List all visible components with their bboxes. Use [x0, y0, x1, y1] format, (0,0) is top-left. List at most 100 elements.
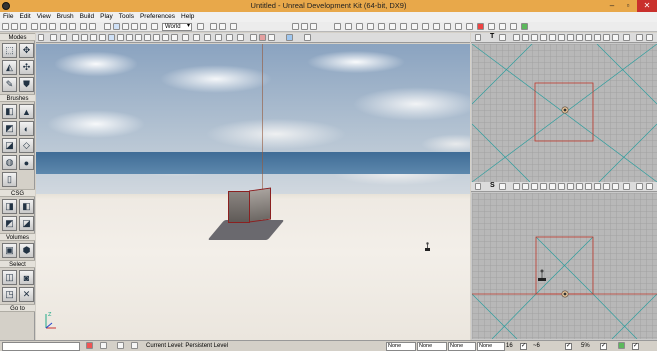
top-lit-icon[interactable] — [531, 34, 538, 41]
side-unlit-icon[interactable] — [522, 183, 529, 190]
side-lightmap-icon[interactable] — [585, 183, 592, 190]
search-icon[interactable] — [80, 23, 87, 30]
hide-selected-button[interactable]: ◙ — [19, 270, 34, 285]
scale-nonuniform-icon[interactable] — [140, 23, 147, 30]
close-button[interactable]: ✕ — [637, 0, 657, 12]
top-shader-icon[interactable] — [576, 34, 583, 41]
lighting-info-icon[interactable] — [389, 23, 396, 30]
build-all-icon[interactable] — [334, 23, 341, 30]
side-density-icon[interactable] — [567, 183, 574, 190]
cycle-widget-icon[interactable] — [151, 23, 158, 30]
landscape-mode-button[interactable]: ⛊ — [19, 77, 34, 92]
viewport-toggle-icon[interactable] — [433, 23, 440, 30]
mobile-preview-icon[interactable] — [488, 23, 495, 30]
texture-align-button[interactable]: ✣ — [19, 60, 34, 75]
side-wire-icon[interactable] — [513, 183, 520, 190]
side-maximize-icon[interactable] — [636, 183, 643, 190]
sphere-brush-button[interactable]: ● — [19, 155, 34, 170]
cylinder-brush-button[interactable]: ◐ — [19, 121, 34, 136]
cut-icon[interactable] — [31, 23, 38, 30]
texture-density-icon[interactable] — [135, 34, 142, 41]
side-light-only-icon[interactable] — [549, 183, 556, 190]
csg-deintersect-button[interactable]: ◪ — [19, 216, 34, 231]
cook-icon[interactable] — [466, 23, 473, 30]
detail-lighting-icon[interactable] — [108, 34, 115, 41]
realtime-icon[interactable] — [193, 34, 200, 41]
shader-complexity-icon[interactable] — [144, 34, 151, 41]
light-complexity-icon[interactable] — [126, 34, 133, 41]
top-unlit-icon[interactable] — [522, 34, 529, 41]
lock-icon[interactable] — [60, 34, 67, 41]
volumetric-brush-button[interactable]: ▯ — [2, 172, 17, 187]
status-field-4[interactable]: None — [477, 342, 505, 351]
status-record-icon[interactable] — [86, 342, 93, 349]
wireframe-icon[interactable] — [81, 34, 88, 41]
brush-wireframe-icon[interactable] — [72, 34, 79, 41]
cube-brush-button[interactable]: ◧ — [2, 104, 17, 119]
menu-brush[interactable]: Brush — [54, 12, 77, 22]
pc-play-icon[interactable] — [499, 23, 506, 30]
statistics-icon[interactable] — [422, 23, 429, 30]
coordinate-system-select[interactable]: World — [162, 23, 192, 31]
find-actor-icon[interactable] — [89, 23, 96, 30]
side-lit-icon[interactable] — [531, 183, 538, 190]
top-stats-icon[interactable] — [623, 34, 630, 41]
redo-icon[interactable] — [69, 23, 76, 30]
top-density-icon[interactable] — [567, 34, 574, 41]
top-wire-icon[interactable] — [513, 34, 520, 41]
show-selected-button[interactable]: ◫ — [2, 270, 17, 285]
viewport-menu-icon[interactable] — [38, 34, 44, 41]
menu-tools[interactable]: Tools — [116, 12, 137, 22]
mesh-paint-button[interactable]: ✎ — [2, 77, 17, 92]
sheet-brush-button[interactable]: ◇ — [19, 138, 34, 153]
terrain-mode-button[interactable]: ◭ — [2, 60, 17, 75]
kismet-icon[interactable] — [219, 23, 226, 30]
camera-mode-button[interactable]: ⬚ — [2, 43, 17, 58]
paste-icon[interactable] — [49, 23, 56, 30]
csg-add-button[interactable]: ◨ — [2, 199, 17, 214]
csg-intersect-button[interactable]: ◩ — [2, 216, 17, 231]
scale-snap-checkbox[interactable]: ✓ — [600, 343, 607, 350]
scale-mode-icon[interactable] — [131, 23, 138, 30]
unreal-frontend-icon[interactable] — [455, 23, 462, 30]
matinee-icon[interactable] — [230, 23, 237, 30]
build-selected-icon[interactable] — [367, 23, 374, 30]
side-detail-icon[interactable] — [540, 183, 547, 190]
geometry-mode-button[interactable]: ✥ — [19, 43, 34, 58]
lighting-only-icon[interactable] — [117, 34, 124, 41]
side-restore-icon[interactable] — [646, 183, 653, 190]
status-field-2[interactable]: None — [417, 342, 447, 351]
map-check-icon[interactable] — [400, 23, 407, 30]
open-icon[interactable] — [11, 23, 18, 30]
volume-options-button[interactable]: ⬢ — [19, 243, 34, 258]
lit-lightmap-icon[interactable] — [162, 34, 169, 41]
side-game-icon[interactable] — [603, 183, 610, 190]
menu-preferences[interactable]: Preferences — [137, 12, 178, 22]
menu-view[interactable]: View — [34, 12, 54, 22]
top-maximize-icon[interactable] — [636, 34, 643, 41]
maximize-button[interactable]: ▫ — [620, 0, 636, 12]
status-autosave-icon[interactable] — [618, 342, 625, 349]
binoculars-icon[interactable] — [197, 23, 204, 30]
status-field-1[interactable]: None — [386, 342, 416, 351]
kismet-k-icon[interactable] — [510, 23, 517, 30]
top-game-icon[interactable] — [603, 34, 610, 41]
build-options-icon[interactable] — [356, 23, 363, 30]
cube-mesh-side[interactable] — [249, 187, 271, 223]
top-reflect-icon[interactable] — [594, 34, 601, 41]
build-lighting-icon[interactable] — [301, 23, 308, 30]
menu-edit[interactable]: Edit — [16, 12, 33, 22]
content-browser-icon[interactable] — [210, 23, 217, 30]
streaming-volume-icon[interactable] — [226, 34, 233, 41]
command-input[interactable] — [2, 342, 80, 351]
game-stats-icon[interactable] — [444, 23, 451, 30]
menu-build[interactable]: Build — [77, 12, 97, 22]
linear-stair-button[interactable]: ◪ — [2, 138, 17, 153]
lightmap-density-icon[interactable] — [153, 34, 160, 41]
minimize-button[interactable]: – — [604, 0, 620, 12]
record-icon[interactable] — [477, 23, 484, 30]
menu-file[interactable]: File — [0, 12, 16, 22]
top-realtime-icon[interactable] — [612, 34, 619, 41]
play-viewport-icon[interactable] — [286, 34, 293, 41]
cone-brush-button[interactable]: ▲ — [19, 104, 34, 119]
